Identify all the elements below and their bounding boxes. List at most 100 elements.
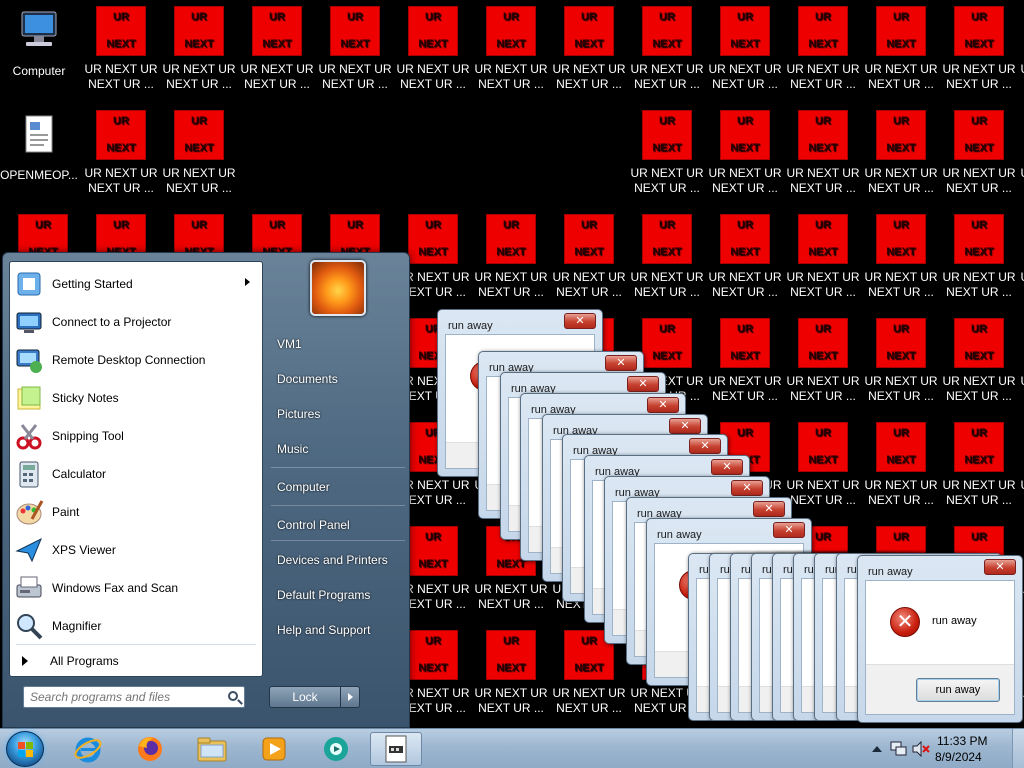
ur-next-desktop-icon[interactable]: URNEXTUR NEXT URNEXT UR ...	[940, 208, 1018, 308]
ur-next-desktop-icon[interactable]: URNEXTUR NEXT URNEXT UR ...	[706, 208, 784, 308]
close-icon[interactable]: ✕	[773, 522, 805, 538]
ur-next-desktop-icon[interactable]: URNEXTUR NEXT URNEXT UR ...	[940, 416, 1018, 516]
start-menu-place-pictures[interactable]: Pictures	[277, 407, 320, 421]
start-menu-place-music[interactable]: Music	[277, 442, 308, 456]
start-menu-place-control-panel[interactable]: Control Panel	[277, 518, 350, 532]
ur-next-desktop-icon[interactable]: URNEXTUR NEXT URNEXT UR ...	[550, 0, 628, 100]
ur-next-desktop-icon[interactable]: URNEXTUR NEXT URNEXT UR ...	[1018, 0, 1024, 100]
desktop-icon-label-line1: UR NEXT UR	[942, 374, 1016, 388]
ur-next-desktop-icon[interactable]: URNEXTUR NEXT URNEXT UR ...	[628, 104, 706, 204]
ur-next-desktop-icon[interactable]: URNEXTUR NEXT URNEXT UR ...	[628, 0, 706, 100]
power-options-arrow-button[interactable]	[340, 686, 360, 708]
lock-button[interactable]: Lock	[269, 686, 341, 708]
desktop-icon-label-line2: NEXT UR ...	[868, 389, 934, 403]
close-icon[interactable]: ✕	[753, 501, 785, 517]
close-icon[interactable]: ✕	[564, 313, 596, 329]
ur-next-desktop-icon[interactable]: URNEXTUR NEXT URNEXT UR ...	[472, 624, 550, 724]
start-menu-item-paint[interactable]: Paint	[14, 494, 260, 530]
show-hidden-icons-icon[interactable]	[872, 745, 882, 753]
taskbar-app-teal[interactable]	[310, 732, 362, 766]
ur-next-desktop-icon[interactable]: URNEXTUR NEXT URNEXT UR ...	[472, 208, 550, 308]
ur-next-desktop-icon[interactable]: URNEXTUR NEXT URNEXT UR ...	[706, 104, 784, 204]
ur-next-desktop-icon[interactable]: URNEXTUR NEXT URNEXT UR ...	[862, 312, 940, 412]
run-away-dialog[interactable]: run away ✕ ✕ run away run away	[857, 555, 1023, 723]
start-menu-place-default-programs[interactable]: Default Programs	[277, 588, 370, 602]
ur-next-desktop-icon[interactable]: URNEXTUR NEXT URNEXT UR ...	[706, 312, 784, 412]
ur-next-desktop-icon[interactable]: URNEXTUR NEXT URNEXT UR ...	[316, 0, 394, 100]
search-icon[interactable]	[228, 691, 238, 701]
start-menu-place-help-and-support[interactable]: Help and Support	[277, 623, 370, 637]
close-icon[interactable]: ✕	[689, 438, 721, 454]
volume-muted-icon[interactable]	[912, 741, 930, 757]
start-menu-place-computer[interactable]: Computer	[277, 480, 330, 494]
ur-next-image-icon: UR NEXT	[720, 318, 770, 368]
ur-next-desktop-icon[interactable]: URNEXTUR NEXT URNEXT UR ...	[160, 0, 238, 100]
ur-next-desktop-icon[interactable]: URNEXTUR NEXT URNEXT UR ...	[1018, 416, 1024, 516]
start-menu-item-fax-scan[interactable]: Windows Fax and Scan	[14, 570, 260, 606]
close-icon[interactable]: ✕	[731, 480, 763, 496]
close-icon[interactable]: ✕	[605, 355, 637, 371]
close-icon[interactable]: ✕	[711, 459, 743, 475]
desktop-icon-label-line2: NEXT UR ...	[634, 285, 700, 299]
start-menu-item-getting-started[interactable]: Getting Started	[14, 266, 260, 302]
ur-next-desktop-icon[interactable]: URNEXTUR NEXT URNEXT UR ...	[940, 104, 1018, 204]
ur-next-desktop-icon[interactable]: URNEXTUR NEXT URNEXT UR ...	[82, 104, 160, 204]
ur-next-desktop-icon[interactable]: URNEXTUR NEXT URNEXT UR ...	[862, 104, 940, 204]
start-menu-item-magnifier[interactable]: Magnifier	[14, 608, 260, 644]
ur-icon-text-top: UR	[113, 115, 129, 127]
start-menu-place-documents[interactable]: Documents	[277, 372, 338, 386]
ur-next-desktop-icon[interactable]: URNEXTUR NEXT URNEXT UR ...	[862, 208, 940, 308]
run-away-button[interactable]: run away	[916, 678, 1000, 702]
ur-next-desktop-icon[interactable]: URNEXTUR NEXT URNEXT UR ...	[160, 104, 238, 204]
start-menu-place-vm1[interactable]: VM1	[277, 337, 302, 351]
close-icon[interactable]: ✕	[669, 418, 701, 434]
start-menu-item-remote-desktop[interactable]: Remote Desktop Connection	[14, 342, 260, 378]
ur-next-desktop-icon[interactable]: URNEXTUR NEXT URNEXT UR ...	[940, 0, 1018, 100]
ur-next-image-icon: UR NEXT	[174, 110, 224, 160]
search-box[interactable]	[23, 686, 245, 708]
all-programs-button[interactable]: All Programs	[18, 650, 119, 672]
ur-next-desktop-icon[interactable]: URNEXTUR NEXT URNEXT UR ...	[472, 0, 550, 100]
start-menu-item-calculator[interactable]: Calculator	[14, 456, 260, 492]
taskbar-firefox[interactable]	[124, 732, 176, 766]
close-icon[interactable]: ✕	[627, 376, 659, 392]
ur-next-desktop-icon[interactable]: URNEXTUR NEXT URNEXT UR ...	[1018, 208, 1024, 308]
ur-next-desktop-icon[interactable]: URNEXTUR NEXT URNEXT UR ...	[238, 0, 316, 100]
ur-next-desktop-icon[interactable]: URNEXTUR NEXT URNEXT UR ...	[1018, 312, 1024, 412]
network-icon[interactable]	[890, 741, 908, 757]
ur-next-desktop-icon[interactable]: URNEXTUR NEXT URNEXT UR ...	[862, 0, 940, 100]
clock-time[interactable]: 11:33 PM	[937, 734, 987, 748]
ur-next-desktop-icon[interactable]: URNEXTUR NEXT URNEXT UR ...	[784, 0, 862, 100]
ur-next-desktop-icon[interactable]: URNEXTUR NEXT URNEXT UR ...	[784, 104, 862, 204]
taskbar-active-program[interactable]	[370, 732, 422, 766]
start-menu-item-snipping-tool[interactable]: Snipping Tool	[14, 418, 260, 454]
clock-date[interactable]: 8/9/2024	[935, 750, 982, 764]
start-menu-item-sticky-notes[interactable]: Sticky Notes	[14, 380, 260, 416]
ur-next-desktop-icon[interactable]: URNEXTUR NEXT URNEXT UR ...	[550, 208, 628, 308]
ur-next-desktop-icon[interactable]: URNEXTUR NEXT URNEXT UR ...	[706, 0, 784, 100]
computer-desktop-icon[interactable]: Computer	[0, 0, 78, 100]
ur-next-desktop-icon[interactable]: URNEXTUR NEXT URNEXT UR ...	[784, 416, 862, 516]
taskbar-media-player[interactable]	[248, 732, 300, 766]
taskbar-internet-explorer[interactable]	[62, 732, 114, 766]
user-avatar[interactable]	[310, 260, 366, 316]
ur-next-desktop-icon[interactable]: URNEXTUR NEXT URNEXT UR ...	[862, 416, 940, 516]
start-menu-item-projector[interactable]: Connect to a Projector	[14, 304, 260, 340]
start-button[interactable]	[6, 731, 44, 767]
ur-next-desktop-icon[interactable]: URNEXTUR NEXT URNEXT UR ...	[1018, 104, 1024, 204]
close-icon[interactable]: ✕	[647, 397, 679, 413]
submenu-arrow-icon[interactable]	[245, 278, 250, 286]
show-desktop-button[interactable]	[1012, 729, 1024, 768]
close-icon[interactable]: ✕	[984, 559, 1016, 575]
taskbar-file-explorer[interactable]	[186, 732, 238, 766]
ur-next-desktop-icon[interactable]: URNEXTUR NEXT URNEXT UR ...	[784, 312, 862, 412]
openme-desktop-icon[interactable]: OPENMEOP...	[0, 104, 78, 204]
ur-next-desktop-icon[interactable]: URNEXTUR NEXT URNEXT UR ...	[394, 0, 472, 100]
start-menu-place-devices-and-printers[interactable]: Devices and Printers	[277, 553, 388, 567]
ur-next-desktop-icon[interactable]: URNEXTUR NEXT URNEXT UR ...	[628, 208, 706, 308]
ur-next-desktop-icon[interactable]: URNEXTUR NEXT URNEXT UR ...	[940, 312, 1018, 412]
search-input[interactable]	[24, 687, 214, 707]
start-menu-item-xps-viewer[interactable]: XPS Viewer	[14, 532, 260, 568]
ur-next-desktop-icon[interactable]: URNEXTUR NEXT URNEXT UR ...	[784, 208, 862, 308]
ur-next-desktop-icon[interactable]: URNEXTUR NEXT URNEXT UR ...	[82, 0, 160, 100]
